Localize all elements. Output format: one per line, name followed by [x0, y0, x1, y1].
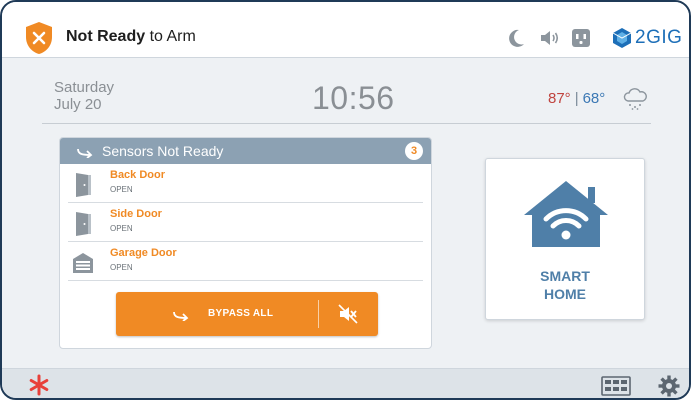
- smart-home-label: SMART HOME: [540, 268, 590, 302]
- panel-screen: Not Ready to Arm 2GIG Saturday July 20 1…: [0, 0, 691, 400]
- button-divider: [318, 300, 319, 328]
- arm-status-bold: Not Ready: [66, 28, 146, 45]
- sensor-state: OPEN: [110, 263, 133, 272]
- brand-logo-icon: [612, 28, 632, 48]
- sensors-header[interactable]: Sensors Not Ready 3: [60, 138, 431, 164]
- clock-time: 10:56: [312, 80, 395, 116]
- top-bar: Not Ready to Arm 2GIG: [2, 2, 689, 58]
- snow-cloud-icon[interactable]: [622, 88, 648, 110]
- sensor-state: OPEN: [110, 185, 133, 194]
- header-divider: [42, 123, 651, 124]
- brand-logo: 2GIG: [612, 25, 682, 51]
- sensor-row-back-door[interactable]: Back Door OPEN: [68, 164, 423, 203]
- sensor-state: OPEN: [110, 224, 133, 233]
- volume-icon[interactable]: [538, 27, 560, 49]
- sensors-title: Sensors Not Ready: [102, 143, 224, 159]
- door-icon: [76, 212, 91, 236]
- sensors-not-ready-panel: Sensors Not Ready 3 Back Door OPEN Side …: [59, 137, 432, 349]
- emergency-asterisk-icon[interactable]: [28, 374, 50, 396]
- gear-icon[interactable]: [658, 375, 680, 397]
- night-mode-icon[interactable]: [505, 27, 527, 49]
- sensor-name: Back Door: [110, 169, 166, 181]
- smart-home-icon: [524, 181, 608, 247]
- sensor-row-garage-door[interactable]: Garage Door OPEN: [68, 242, 423, 281]
- sensor-name: Side Door: [110, 208, 162, 220]
- garage-icon: [73, 253, 93, 273]
- arm-status-rest: to Arm: [145, 28, 196, 45]
- brand-name: 2GIG: [635, 27, 683, 48]
- bypass-arrow-icon: [173, 311, 189, 321]
- day-of-week: Saturday: [54, 79, 115, 96]
- bypass-all-label: BYPASS ALL: [208, 308, 274, 319]
- smart-home-button[interactable]: SMART HOME: [485, 158, 645, 320]
- bypass-arrow-icon: [77, 148, 93, 158]
- bypass-all-button[interactable]: BYPASS ALL: [116, 292, 378, 336]
- sensor-name: Garage Door: [110, 247, 177, 259]
- arm-status[interactable]: Not Ready to Arm: [66, 28, 196, 46]
- mute-icon[interactable]: [338, 304, 358, 324]
- calendar-date: July 20: [54, 96, 102, 113]
- door-icon: [76, 173, 91, 197]
- temp-high: 87°: [548, 90, 571, 107]
- sensors-count-badge: 3: [405, 142, 423, 160]
- bottom-bar: [2, 368, 689, 398]
- outlet-icon[interactable]: [570, 27, 592, 49]
- shield-alert-icon[interactable]: [24, 21, 54, 55]
- weather-temps[interactable]: 87° | 68°: [548, 90, 605, 107]
- sensor-row-side-door[interactable]: Side Door OPEN: [68, 203, 423, 242]
- temp-separator: |: [574, 90, 579, 107]
- temp-low: 68°: [582, 90, 606, 107]
- keypad-icon[interactable]: [601, 376, 631, 396]
